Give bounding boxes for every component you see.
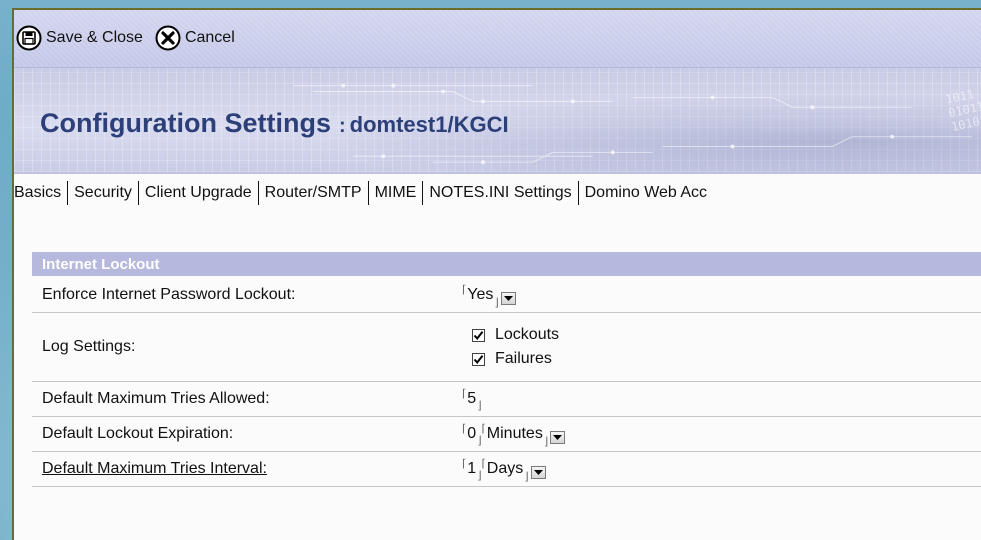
log-settings-options: Lockouts Failures: [472, 323, 559, 371]
field-bracket-open: ⌈: [462, 282, 467, 296]
field-bracket-close: ⌋: [524, 469, 529, 483]
field-bracket-open: ⌈: [462, 457, 467, 470]
max-tries-value[interactable]: 5: [467, 390, 476, 408]
enforce-lockout-value[interactable]: Yes: [467, 286, 493, 304]
title-separator: :: [338, 115, 346, 137]
lockout-expiration-label: Default Lockout Expiration:: [42, 425, 234, 442]
failures-option[interactable]: Failures: [472, 347, 552, 371]
tab-bar: Basics Security Client Upgrade Router/SM…: [14, 174, 981, 212]
tab-mime[interactable]: MIME: [369, 184, 423, 202]
lockouts-checkbox[interactable]: [472, 328, 485, 342]
action-toolbar: Save & Close Cancel: [14, 10, 981, 68]
tab-notes-ini-settings[interactable]: NOTES.INI Settings: [423, 184, 577, 202]
section-header: Internet Lockout: [32, 252, 981, 276]
interval-value[interactable]: 1: [467, 460, 476, 478]
max-tries-label: Default Maximum Tries Allowed:: [42, 390, 270, 407]
table-row: Default Maximum Tries Interval: ⌈ 1 ⌋ ⌈ …: [32, 452, 981, 487]
table-row: Log Settings: Lockouts Failures: [32, 313, 981, 382]
tab-client-upgrade[interactable]: Client Upgrade: [139, 184, 258, 202]
enforce-lockout-label: Enforce Internet Password Lockout:: [42, 286, 296, 303]
table-row: Enforce Internet Password Lockout: ⌈ Yes…: [32, 278, 981, 313]
lockout-expiration-field: ⌈ 0 ⌋ ⌈ Minutes ⌋: [462, 421, 566, 448]
dropdown-arrow-icon[interactable]: [550, 430, 566, 444]
interval-unit-field[interactable]: ⌈ Days ⌋: [482, 456, 546, 483]
tab-security[interactable]: Security: [68, 184, 138, 202]
page-title-text: Configuration Settings: [40, 108, 331, 138]
interval-number-field[interactable]: ⌈ 1 ⌋: [462, 456, 482, 482]
banner: 1011 010110 101010 Configuration Settings:…: [14, 68, 981, 174]
field-bracket-close: ⌋: [543, 434, 549, 448]
save-icon: [14, 23, 44, 53]
max-tries-field[interactable]: ⌈ 5 ⌋: [462, 386, 482, 412]
expiration-unit-field[interactable]: ⌈ Minutes ⌋: [482, 421, 566, 448]
table-row: Default Lockout Expiration: ⌈ 0 ⌋ ⌈ Minu…: [32, 417, 981, 452]
dropdown-arrow-icon[interactable]: [530, 465, 546, 479]
log-settings-label: Log Settings:: [42, 338, 136, 355]
expiration-number-field[interactable]: ⌈ 0 ⌋: [462, 421, 482, 447]
failures-label: Failures: [495, 350, 552, 367]
cancel-label: Cancel: [184, 28, 235, 46]
tries-interval-label[interactable]: Default Maximum Tries Interval:: [42, 460, 267, 478]
field-bracket-open: ⌈: [462, 387, 467, 400]
tries-interval-field: ⌈ 1 ⌋ ⌈ Days ⌋: [462, 456, 546, 483]
tab-domino-web-access[interactable]: Domino Web Acc: [579, 184, 713, 202]
enforce-lockout-field[interactable]: ⌈ Yes ⌋: [462, 282, 516, 309]
dropdown-arrow-icon[interactable]: [500, 291, 516, 305]
table-row: Default Maximum Tries Allowed: ⌈ 5 ⌋: [32, 382, 981, 417]
tab-basics[interactable]: Basics: [14, 184, 67, 202]
tab-router-smtp[interactable]: Router/SMTP: [259, 184, 368, 202]
page-title: Configuration Settings: domtest1/KGCI: [40, 108, 509, 139]
interval-unit[interactable]: Days: [487, 460, 523, 478]
tab-content: Internet Lockout Enforce Internet Passwo…: [14, 214, 981, 540]
field-bracket-open: ⌈: [481, 421, 486, 435]
field-bracket-open: ⌈: [481, 456, 486, 470]
document-window: Save & Close Cancel 1011 010110 101010 C…: [12, 8, 981, 540]
field-bracket-close: ⌋: [477, 399, 482, 412]
save-close-label: Save & Close: [46, 28, 143, 46]
field-bracket-open: ⌈: [462, 422, 467, 435]
settings-table: Enforce Internet Password Lockout: ⌈ Yes…: [32, 278, 981, 487]
cancel-button[interactable]: Cancel: [153, 23, 235, 53]
expiration-unit[interactable]: Minutes: [487, 425, 543, 443]
server-name: domtest1/KGCI: [349, 112, 509, 137]
field-bracket-close: ⌋: [494, 295, 499, 309]
lockouts-option[interactable]: Lockouts: [472, 323, 559, 347]
expiration-value[interactable]: 0: [467, 425, 476, 443]
save-close-button[interactable]: Save & Close: [14, 23, 143, 53]
failures-checkbox[interactable]: [472, 352, 485, 366]
cancel-icon: [153, 23, 183, 53]
lockouts-label: Lockouts: [495, 326, 560, 343]
